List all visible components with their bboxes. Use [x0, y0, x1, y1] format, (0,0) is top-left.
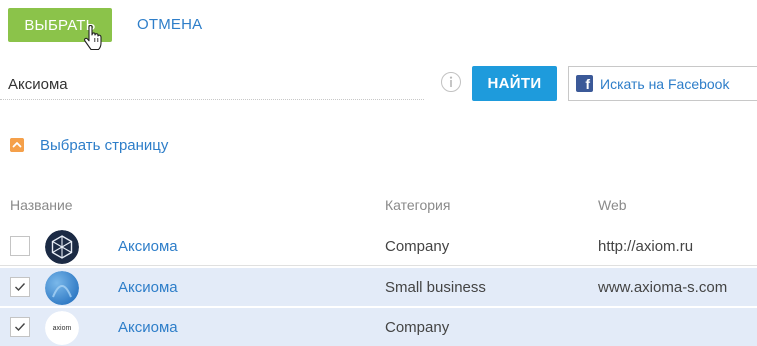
- row-web: www.axioma-s.com: [598, 279, 728, 296]
- table-row[interactable]: Аксиома Small business www.axioma-s.com: [0, 268, 757, 306]
- row-checkbox[interactable]: [10, 277, 30, 297]
- column-header-name: Название: [10, 197, 73, 213]
- cancel-button[interactable]: ОТМЕНА: [137, 16, 202, 33]
- row-name-link[interactable]: Аксиома: [118, 238, 178, 255]
- table-row[interactable]: axiom Аксиома Company: [0, 308, 757, 346]
- column-header-category: Категория: [385, 197, 451, 213]
- info-icon[interactable]: [440, 71, 462, 93]
- row-web: http://axiom.ru: [598, 238, 694, 255]
- column-header-web: Web: [598, 197, 627, 213]
- hand-pointer-icon: [84, 25, 102, 51]
- find-button[interactable]: НАЙТИ: [472, 66, 557, 101]
- logo-text: axiom: [53, 325, 72, 332]
- checkmark-icon: [15, 283, 26, 292]
- company-logo: [45, 230, 79, 264]
- row-category: Small business: [385, 279, 486, 296]
- blue-sphere-logo: [45, 271, 79, 305]
- row-category: Company: [385, 319, 450, 336]
- chevron-up-icon[interactable]: [10, 138, 24, 152]
- axiom-dark-logo: [45, 230, 79, 264]
- row-checkbox[interactable]: [10, 317, 30, 337]
- search-facebook-button[interactable]: f Искать на Facebook: [568, 66, 757, 101]
- row-checkbox[interactable]: [10, 236, 30, 256]
- row-name-link[interactable]: Аксиома: [118, 319, 178, 336]
- table-row[interactable]: Аксиома Company http://axiom.ru: [0, 227, 757, 266]
- search-input[interactable]: [0, 70, 424, 100]
- row-category: Company: [385, 238, 450, 255]
- row-name-link[interactable]: Аксиома: [118, 279, 178, 296]
- checkmark-icon: [15, 323, 26, 332]
- select-page-link[interactable]: Выбрать страницу: [40, 137, 168, 154]
- facebook-icon: f: [576, 75, 593, 92]
- company-logo: [45, 271, 79, 305]
- search-facebook-label: Искать на Facebook: [600, 75, 730, 92]
